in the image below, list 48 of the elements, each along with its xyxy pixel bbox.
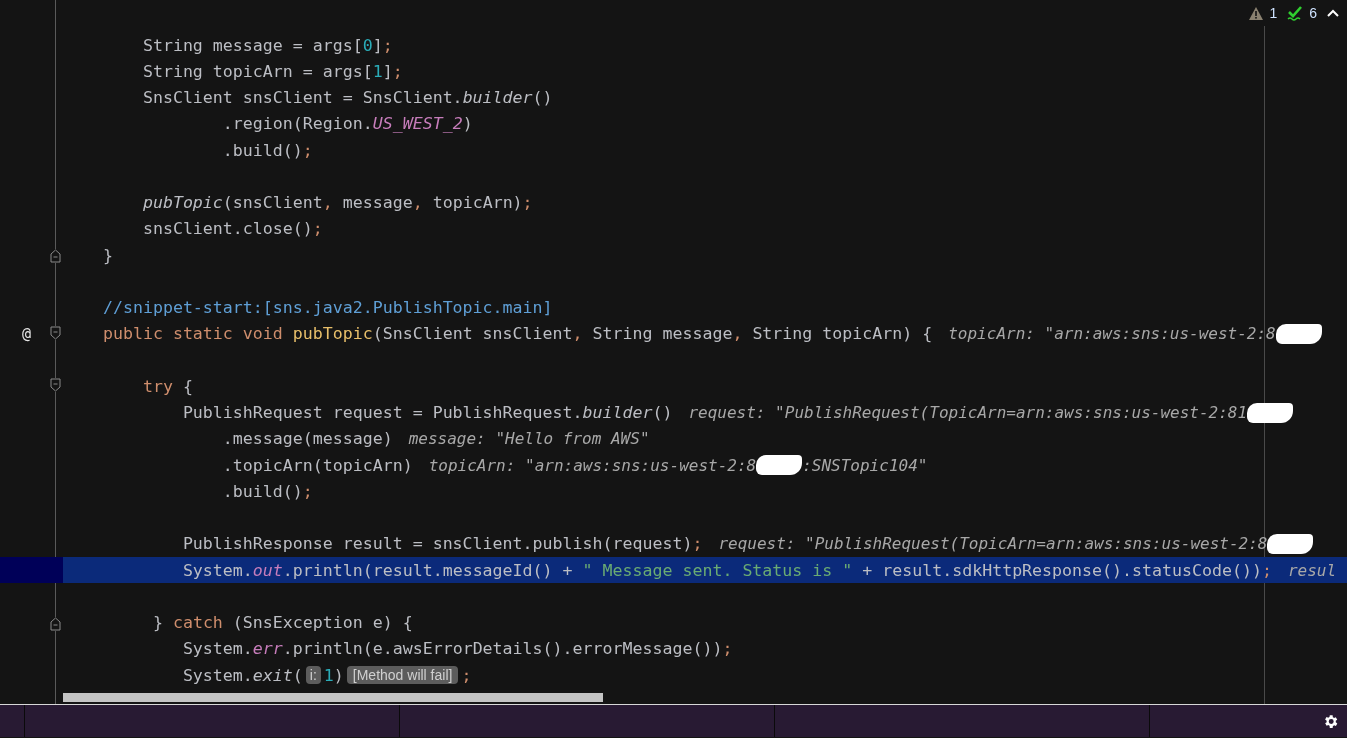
code-line: snsClient.close(); <box>141 219 323 239</box>
code-line: .region(Region.US_WEST_2) <box>221 114 473 134</box>
redaction-mark <box>1275 323 1322 344</box>
code-line: System.err.println(e.awsErrorDetails().errorMessage()); <box>181 639 733 659</box>
code-line: //snippet-start:[sns.java2.PublishTopic.main] <box>101 298 553 318</box>
caret-up-icon[interactable] <box>1327 9 1339 17</box>
warning-icon[interactable] <box>1249 6 1264 20</box>
override-marker[interactable]: @ <box>22 324 32 343</box>
code-line: .message(message) <box>221 429 393 449</box>
code-line: 1) <box>323 665 344 685</box>
redaction-mark <box>756 455 803 476</box>
fold-icon[interactable] <box>50 616 61 631</box>
spellcheck-icon[interactable] <box>1287 5 1304 21</box>
code-line: ; <box>461 665 472 685</box>
check-count: 6 <box>1309 5 1317 21</box>
code-line: String message = args[0]; <box>141 35 393 55</box>
current-line-gutter <box>0 557 63 584</box>
parameter-hint: i: <box>305 666 321 685</box>
code-line: .build(); <box>221 481 313 501</box>
code-line: try { <box>141 376 193 396</box>
code-line: } catch (SnsException e) { <box>151 613 413 633</box>
warning-count: 1 <box>1269 5 1278 21</box>
code-line: PublishRequest request = PublishRequest.builder() <box>181 403 673 423</box>
inlay-hint: resul <box>1287 560 1337 580</box>
code-line: public static void pubTopic(SnsClient snsClient, String message, String topicArn) { <box>101 324 933 344</box>
horizontal-scrollbar[interactable] <box>63 693 603 702</box>
inlay-hint: topicArn: "arn:aws:sns:us-west-2:8 <box>428 455 757 475</box>
inlay-hint: :SNSTopic104" <box>802 455 928 475</box>
code-line: String topicArn = args[1]; <box>141 61 403 81</box>
fold-icon[interactable] <box>50 378 61 393</box>
code-line: PublishResponse result = snsClient.publish(request); <box>181 534 703 554</box>
inlay-hint: request: "PublishRequest(TopicArn=arn:aws:sns:us-west-2:81 <box>688 403 1248 423</box>
redaction-mark <box>1267 533 1314 554</box>
settings-icon[interactable] <box>1322 712 1339 730</box>
inlay-hint: message: "Hello from AWS" <box>408 429 650 449</box>
code-line: System.out.println(result.messageId() + " Message sent. Status is " + result.sdkHttpResponse().statusCode()); <box>181 560 1272 580</box>
inlay-hint: topicArn: "arn:aws:sns:us-west-2:8 <box>948 324 1276 344</box>
fold-icon[interactable] <box>50 325 61 340</box>
inline-warning: [Method will fail] <box>346 666 459 685</box>
code-line: } <box>101 245 113 265</box>
fold-icon[interactable] <box>50 249 61 263</box>
code-line: pubTopic(snsClient, message, topicArn); <box>141 193 533 213</box>
inlay-hint: request: "PublishRequest(TopicArn=arn:aws:sns:us-west-2:8 <box>718 534 1268 554</box>
redaction-mark <box>1247 402 1294 423</box>
code-line: System.exit( <box>181 665 303 685</box>
code-line: SnsClient snsClient = SnsClient.builder() <box>141 88 553 108</box>
code-line: .build(); <box>221 140 313 160</box>
code-line: .topicArn(topicArn) <box>221 455 413 475</box>
